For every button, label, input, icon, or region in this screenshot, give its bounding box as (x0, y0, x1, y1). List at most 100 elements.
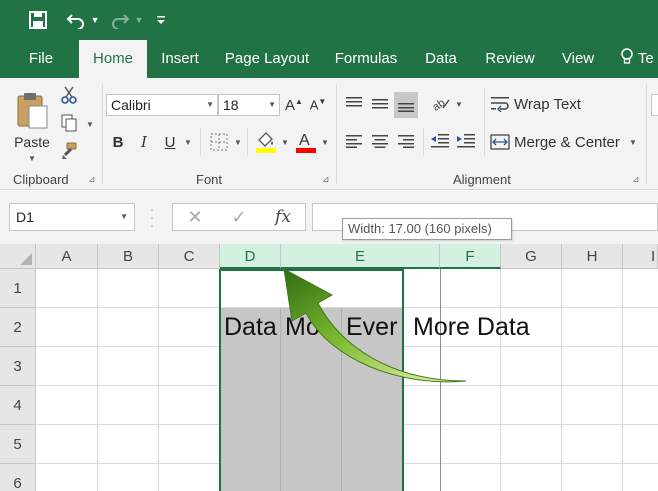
group-separator (247, 128, 248, 156)
copy-button[interactable] (58, 112, 80, 134)
decrease-indent-button[interactable] (428, 130, 452, 152)
cut-icon (61, 86, 77, 104)
decrease-font-icon: A▼ (309, 97, 327, 113)
chevron-down-icon: ▼ (268, 100, 276, 109)
row-header-5[interactable]: 5 (0, 425, 36, 464)
column-header-g[interactable]: G (501, 244, 562, 269)
merge-center-icon (490, 134, 510, 150)
increase-font-size-button[interactable]: A▲ (284, 94, 304, 116)
fill-color-dropdown[interactable]: ▼ (281, 138, 289, 147)
align-middle-button[interactable] (368, 92, 392, 114)
underline-dropdown[interactable]: ▼ (184, 138, 192, 147)
merge-center-button[interactable]: Merge & Center (490, 130, 630, 154)
font-size-value: 18 (223, 97, 239, 113)
redo-dropdown[interactable]: ▼ (134, 8, 144, 32)
row-header-6[interactable]: 6 (0, 464, 36, 491)
font-color-dropdown[interactable]: ▼ (321, 138, 329, 147)
formula-bar-resize-handle[interactable]: · · · (150, 203, 156, 231)
customize-toolbar-button[interactable] (154, 8, 168, 32)
enter-icon: ✓ (231, 206, 247, 227)
paste-dropdown-arrow: ▼ (28, 153, 36, 163)
column-header-b[interactable]: B (98, 244, 159, 269)
align-top-button[interactable] (342, 92, 366, 114)
column-header-c[interactable]: C (159, 244, 220, 269)
enter-button[interactable]: ✓ (219, 204, 259, 230)
column-header-a[interactable]: A (36, 244, 98, 269)
font-color-button[interactable]: A (294, 128, 318, 156)
gridline (97, 269, 98, 491)
group-separator (102, 84, 103, 184)
font-color-icon: A (296, 132, 316, 153)
redo-button[interactable] (108, 8, 132, 32)
align-center-icon (372, 135, 388, 148)
undo-button[interactable] (64, 8, 88, 32)
row-header-3[interactable]: 3 (0, 347, 36, 386)
increase-font-icon: A▲ (285, 96, 303, 114)
select-all-button[interactable] (0, 244, 36, 269)
font-name-value: Calibri (111, 97, 151, 113)
fill-color-button[interactable] (254, 128, 278, 156)
tab-home[interactable]: Home (79, 40, 147, 78)
tab-page-layout[interactable]: Page Layout (220, 40, 314, 78)
customize-icon (157, 16, 165, 24)
font-dialog-launcher[interactable]: ⊿ (322, 174, 332, 184)
align-bottom-button[interactable] (394, 92, 418, 118)
tab-formulas[interactable]: Formulas (330, 40, 402, 78)
font-name-select[interactable]: Calibri ▼ (106, 94, 218, 116)
merge-center-dropdown[interactable]: ▼ (629, 138, 637, 147)
borders-button[interactable] (208, 130, 230, 154)
decrease-font-size-button[interactable]: A▼ (308, 94, 328, 116)
align-left-icon (346, 135, 362, 148)
format-painter-button[interactable] (58, 140, 80, 162)
cut-button[interactable] (58, 84, 80, 106)
insert-function-button[interactable]: fx (263, 204, 303, 230)
borders-dropdown[interactable]: ▼ (234, 138, 242, 147)
row-header-4[interactable]: 4 (0, 386, 36, 425)
increase-indent-button[interactable] (454, 130, 478, 152)
bold-button[interactable]: B (108, 130, 128, 154)
clipboard-dialog-launcher[interactable]: ⊿ (88, 174, 98, 184)
cancel-button[interactable]: ✕ (175, 204, 215, 230)
column-header-i[interactable]: I (623, 244, 658, 269)
tab-data[interactable]: Data (418, 40, 464, 78)
tab-review[interactable]: Review (479, 40, 541, 78)
fill-color-icon (256, 132, 276, 153)
decrease-indent-icon (431, 134, 449, 148)
undo-dropdown[interactable]: ▼ (90, 8, 100, 32)
redo-icon (112, 14, 130, 29)
row-header-1[interactable]: 1 (0, 269, 36, 308)
align-left-button[interactable] (342, 130, 366, 152)
tab-file[interactable]: File (22, 40, 60, 78)
copy-dropdown[interactable]: ▼ (86, 120, 94, 129)
wrap-text-icon (491, 97, 509, 112)
group-separator (200, 128, 201, 156)
tab-view[interactable]: View (557, 40, 599, 78)
save-icon (29, 11, 47, 29)
italic-button[interactable]: I (134, 130, 154, 154)
tab-tell-me[interactable]: Te (620, 40, 658, 78)
increase-indent-icon (457, 134, 475, 148)
chevron-down-icon: ▼ (120, 212, 128, 221)
orientation-dropdown[interactable]: ▼ (455, 100, 463, 109)
number-format-select[interactable] (651, 94, 658, 116)
wrap-text-button[interactable]: Wrap Text (490, 92, 590, 116)
alignment-dialog-launcher[interactable]: ⊿ (632, 174, 642, 184)
align-right-icon (398, 135, 414, 148)
gridline (500, 269, 501, 491)
column-header-h[interactable]: H (562, 244, 623, 269)
font-size-select[interactable]: 18 ▼ (218, 94, 280, 116)
paste-icon (17, 92, 48, 128)
save-button[interactable] (26, 8, 50, 32)
alignment-group-label: Alignment (453, 172, 511, 187)
svg-text:A: A (299, 132, 310, 149)
group-separator (646, 84, 647, 184)
row-header-2[interactable]: 2 (0, 308, 36, 347)
cancel-icon: ✕ (187, 206, 203, 227)
tab-insert[interactable]: Insert (155, 40, 205, 78)
name-box[interactable]: D1 ▼ (9, 203, 135, 231)
align-right-button[interactable] (394, 130, 418, 152)
underline-button[interactable]: U (160, 130, 180, 154)
orientation-button[interactable]: ab (430, 92, 452, 114)
align-center-button[interactable] (368, 130, 392, 152)
paste-button[interactable]: Paste ▼ (10, 84, 54, 168)
